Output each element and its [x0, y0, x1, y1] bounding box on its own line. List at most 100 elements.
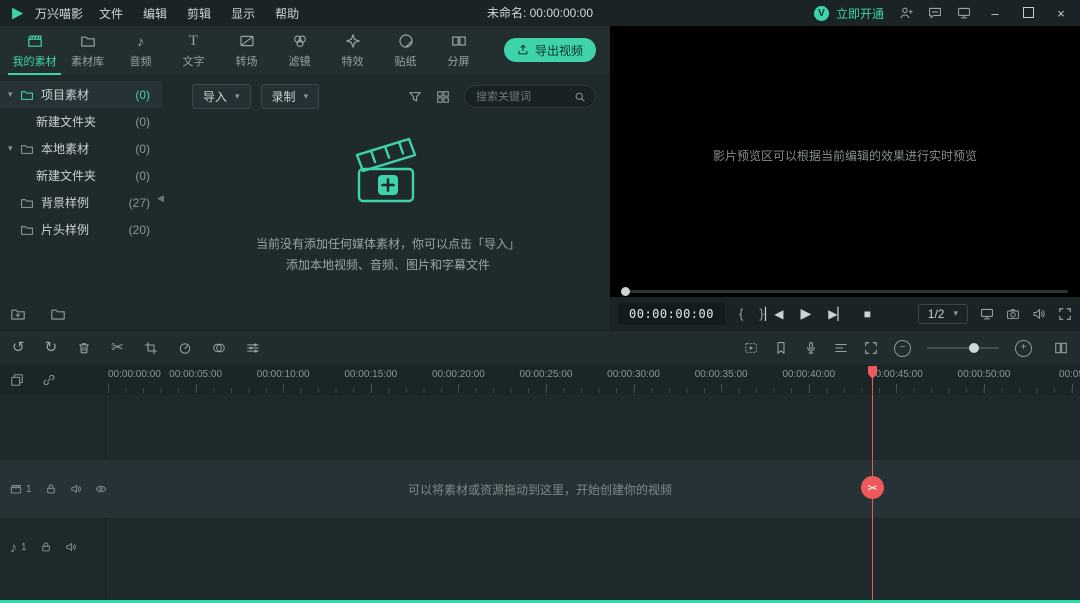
- filter-funnel-icon[interactable]: [408, 90, 422, 104]
- stop-button[interactable]: ■: [864, 307, 871, 321]
- import-button[interactable]: 导入 ▾: [192, 84, 251, 109]
- account-icon[interactable]: [899, 6, 913, 20]
- tab-audio[interactable]: ♪ 音频: [114, 26, 167, 75]
- collapse-panel-handle[interactable]: ◀: [157, 193, 164, 204]
- next-frame-button[interactable]: ▶▏: [828, 307, 846, 321]
- lock-track-icon[interactable]: [45, 483, 57, 495]
- speed-button[interactable]: [178, 341, 192, 355]
- tree-item-intro-samples[interactable]: 片头样例 (20): [0, 216, 162, 243]
- preview-placeholder-text: 影片预览区可以根据当前编辑的效果进行实时预览: [610, 147, 1080, 164]
- tab-split-screen[interactable]: 分屏: [432, 26, 485, 75]
- feedback-icon[interactable]: [928, 6, 942, 20]
- adjust-button[interactable]: [246, 341, 260, 355]
- panel-layout-button[interactable]: [1054, 341, 1068, 355]
- voiceover-mic-button[interactable]: [804, 341, 818, 355]
- item-count: (20): [129, 223, 150, 237]
- tab-effects[interactable]: 特效: [326, 26, 379, 75]
- tree-item-new-folder-2[interactable]: 新建文件夹 (0): [0, 162, 162, 189]
- export-video-button[interactable]: 导出视频: [504, 38, 596, 62]
- menu-edit[interactable]: 编辑: [143, 5, 167, 22]
- timeline-drop-hint: 可以将素材或资源拖动到这里，开始创建你的视频: [0, 460, 1080, 518]
- tree-item-project-media[interactable]: ▾ 项目素材 (0): [0, 81, 162, 108]
- close-button[interactable]: ×: [1052, 6, 1070, 21]
- menu-view[interactable]: 显示: [231, 5, 255, 22]
- sticker-icon: [398, 33, 414, 49]
- fullscreen-icon[interactable]: [1058, 307, 1072, 321]
- marker-button[interactable]: [774, 341, 788, 355]
- undo-button[interactable]: ↺: [12, 340, 25, 356]
- tab-text[interactable]: T 文字: [167, 26, 220, 75]
- tree-item-new-folder-1[interactable]: 新建文件夹 (0): [0, 108, 162, 135]
- delete-folder-button[interactable]: [50, 306, 66, 322]
- vip-badge-icon[interactable]: V: [814, 6, 829, 21]
- crop-button[interactable]: [144, 341, 158, 355]
- upgrade-link[interactable]: 立即开通: [836, 5, 884, 22]
- menu-file[interactable]: 文件: [99, 5, 123, 22]
- video-track[interactable]: 1 可以将素材或资源拖动到这里，开始创建你的视频: [0, 460, 1080, 518]
- folder-icon: [20, 88, 34, 102]
- snapshot-icon[interactable]: [1006, 307, 1020, 321]
- scrubber-handle[interactable]: [621, 287, 630, 296]
- tab-stickers[interactable]: 贴纸: [379, 26, 432, 75]
- playback-quality-dropdown[interactable]: 1/2 ▾: [918, 304, 968, 324]
- tab-filters[interactable]: 滤镜: [273, 26, 326, 75]
- lock-track-icon[interactable]: [40, 541, 52, 553]
- new-folder-button[interactable]: [10, 306, 26, 322]
- caret-down-icon[interactable]: ▾: [8, 89, 20, 100]
- color-correction-button[interactable]: [212, 341, 226, 355]
- search-input[interactable]: [474, 90, 568, 104]
- workspace-icon[interactable]: [957, 6, 971, 20]
- folder-icon: [20, 142, 34, 156]
- maximize-button[interactable]: [1019, 6, 1037, 21]
- volume-icon[interactable]: [1032, 307, 1046, 321]
- empty-hint-line1: 当前没有添加任何媒体素材，你可以点击「导入」: [166, 236, 610, 253]
- track-manager-button[interactable]: [834, 341, 848, 355]
- media-folder-tree: ▾ 项目素材 (0) 新建文件夹 (0) ▾ 本地素材 (0): [0, 81, 162, 243]
- zoom-out-button[interactable]: −: [894, 340, 911, 357]
- search-icon[interactable]: [574, 91, 586, 103]
- previous-frame-button[interactable]: ▏◀: [765, 307, 783, 321]
- menu-help[interactable]: 帮助: [275, 5, 299, 22]
- app-window: 万兴喵影 文件 编辑 剪辑 显示 帮助 未命名: 00:00:00:00 V 立…: [0, 0, 1080, 603]
- play-button[interactable]: ▶: [800, 305, 811, 322]
- manage-tracks-icon[interactable]: [10, 373, 24, 387]
- delete-button[interactable]: [77, 341, 91, 355]
- tree-item-local-media[interactable]: ▾ 本地素材 (0): [0, 135, 162, 162]
- tab-label: 滤镜: [289, 53, 311, 69]
- tab-stock-library[interactable]: 素材库: [61, 26, 114, 75]
- time-ruler[interactable]: 00:00:00:00 00:00:05:00 00:00:10:00 00:0…: [108, 365, 1080, 395]
- grid-view-icon[interactable]: [436, 90, 450, 104]
- media-body: ▾ 项目素材 (0) 新建文件夹 (0) ▾ 本地素材 (0): [0, 75, 610, 330]
- minimize-button[interactable]: –: [986, 6, 1004, 21]
- timeline-zoom-slider[interactable]: [927, 347, 999, 349]
- split-at-playhead-button[interactable]: ✂: [861, 476, 884, 499]
- mark-out-icon[interactable]: }: [759, 306, 763, 321]
- item-count: (27): [129, 196, 150, 210]
- export-icon: [517, 44, 529, 56]
- preview-scrubber[interactable]: [622, 290, 1068, 293]
- audio-track-header[interactable]: ♪ 1: [10, 533, 77, 561]
- tree-item-background-samples[interactable]: 背景样例 (27): [0, 189, 162, 216]
- app-name: 万兴喵影: [35, 5, 83, 22]
- menu-clip[interactable]: 剪辑: [187, 5, 211, 22]
- zoom-in-button[interactable]: +: [1015, 340, 1032, 357]
- fit-timeline-button[interactable]: [864, 341, 878, 355]
- mute-track-icon[interactable]: [65, 541, 77, 553]
- hide-track-icon[interactable]: [95, 483, 107, 495]
- mark-in-icon[interactable]: {: [739, 306, 743, 321]
- link-clips-icon[interactable]: [42, 373, 56, 387]
- render-preview-button[interactable]: [744, 341, 758, 355]
- zoom-slider-handle[interactable]: [969, 343, 979, 353]
- split-scissors-button[interactable]: ✂: [111, 340, 124, 356]
- redo-button[interactable]: ↻: [45, 340, 58, 356]
- display-device-icon[interactable]: [980, 307, 994, 321]
- mute-track-icon[interactable]: [70, 483, 82, 495]
- tab-transitions[interactable]: 转场: [220, 26, 273, 75]
- media-view-controls: [408, 85, 596, 108]
- current-timecode[interactable]: 00:00:00:00: [618, 303, 725, 325]
- timeline-tracks[interactable]: 1 可以将素材或资源拖动到这里，开始创建你的视频 ♪ 1: [0, 395, 1080, 600]
- record-button[interactable]: 录制 ▾: [261, 84, 320, 109]
- caret-down-icon[interactable]: ▾: [8, 143, 20, 154]
- tab-my-media[interactable]: 我的素材: [8, 26, 61, 75]
- titlebar-right: V 立即开通 – ×: [814, 5, 1070, 22]
